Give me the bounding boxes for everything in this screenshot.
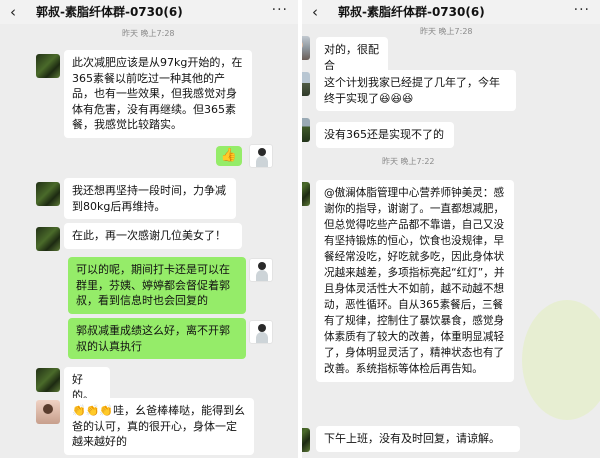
watermark-shape	[522, 300, 600, 420]
own-message-bubble[interactable]: 可以的呢，期间打卡还是可以在群里，芬姨、婷婷都会督促着郭叔，看到信息时也会回复的	[68, 257, 246, 314]
message-bubble[interactable]: 这个计划我家已经提了几年了，今年终于实现了😆😆😆	[316, 70, 516, 111]
message-bubble[interactable]: @傲澜体脂管理中心营养师钟美灵：感谢你的指导，谢谢了。一直都想减肥，但总觉得吃些…	[316, 180, 514, 382]
message-bubble[interactable]: 在此，再一次感谢几位美女了！	[64, 223, 242, 249]
back-arrow-icon[interactable]: ‹	[10, 3, 16, 21]
avatar[interactable]	[302, 428, 310, 452]
message-bubble[interactable]: 此次减肥应该是从97kg开始的，在365素餐以前吃过一种其他的产品，也有一些效果…	[64, 50, 252, 138]
chat-panel-left: ‹ 郭叔-素脂纤体群-0730(6) ··· 昨天 晚上7:28 此次减肥应该是…	[0, 0, 298, 458]
chat-header: ‹ 郭叔-素脂纤体群-0730(6) ···	[0, 0, 298, 24]
message-bubble[interactable]: 我还想再坚持一段时间，力争减到80kg后再维持。	[64, 178, 236, 219]
own-message-bubble[interactable]: 郭叔减重成绩这么好，离不开郭叔的认真执行	[68, 318, 246, 359]
chat-title: 郭叔-素脂纤体群-0730(6)	[36, 5, 183, 19]
avatar[interactable]	[302, 36, 310, 60]
avatar[interactable]	[302, 182, 310, 206]
more-options-icon[interactable]: ···	[574, 2, 590, 18]
avatar[interactable]	[36, 400, 60, 424]
avatar[interactable]	[302, 72, 310, 96]
message-bubble[interactable]: 没有365还是实现不了的	[316, 122, 454, 148]
timestamp: 昨天 晚上7:28	[420, 27, 473, 36]
avatar[interactable]	[249, 144, 273, 168]
timestamp: 昨天 晚上7:28	[122, 29, 175, 38]
back-arrow-icon[interactable]: ‹	[312, 3, 318, 21]
timestamp: 昨天 晚上7:22	[382, 157, 435, 166]
avatar[interactable]	[36, 368, 60, 392]
more-options-icon[interactable]: ···	[272, 2, 288, 18]
chat-title: 郭叔-素脂纤体群-0730(6)	[338, 5, 485, 19]
avatar[interactable]	[36, 54, 60, 78]
avatar[interactable]	[302, 118, 310, 142]
chat-panel-right: ‹ 郭叔-素脂纤体群-0730(6) ··· 昨天 晚上7:28 对的，很配合 …	[302, 0, 600, 458]
thumbs-up-message[interactable]: 👍	[216, 146, 242, 166]
message-bubble[interactable]: 👏👏👏哇，幺爸棒棒哒，能得到幺爸的认可，真的很开心，身体一定越来越好的	[64, 398, 254, 455]
avatar[interactable]	[249, 320, 273, 344]
avatar[interactable]	[36, 182, 60, 206]
avatar[interactable]	[36, 227, 60, 251]
chat-header: ‹ 郭叔-素脂纤体群-0730(6) ···	[302, 0, 600, 24]
message-bubble[interactable]: 下午上班，没有及时回复，请谅解。	[316, 426, 520, 452]
avatar[interactable]	[249, 258, 273, 282]
